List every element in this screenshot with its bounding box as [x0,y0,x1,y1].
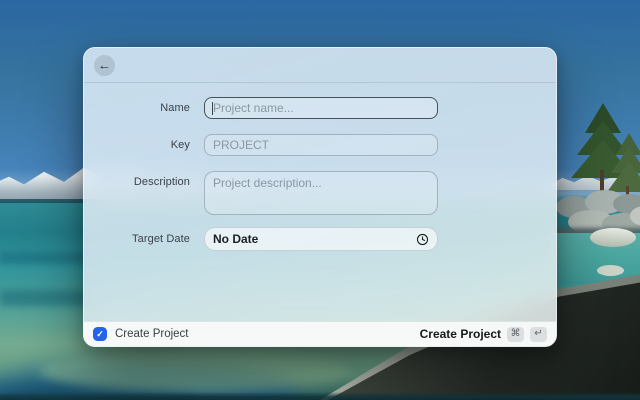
target-date-value: No Date [213,232,259,246]
key-label: Key [170,139,190,151]
key-input[interactable] [204,134,438,156]
text-caret [212,101,214,115]
target-date-button[interactable]: No Date [204,227,438,251]
shallow-water [40,350,350,392]
form-row-description: Description [84,171,556,215]
form-row-target-date: Target Date No Date [84,227,556,251]
checkbox-label: Create Project [115,328,189,340]
water-band [0,252,95,264]
target-date-label: Target Date [132,233,190,245]
dialog-footer: ✓ Create Project Create Project ⌘ ↵ [84,321,556,346]
form-row-name: Name [84,97,556,119]
clock-icon [416,233,429,245]
name-input[interactable] [204,97,438,119]
form-row-key: Key [84,134,556,156]
white-rock [590,228,636,247]
checkmark-icon: ✓ [96,328,104,339]
create-more-checkbox[interactable]: ✓ [93,327,107,341]
description-input[interactable] [204,171,438,215]
dialog-header: ← [84,48,556,83]
dialog-body: Name Key Description Target Date No Date [84,83,556,251]
description-label: Description [133,176,190,188]
footer-actions: Create Project ⌘ ↵ [420,326,547,342]
white-rock [597,265,624,276]
back-button[interactable]: ← [94,54,115,76]
name-label: Name [160,102,190,114]
desktop: ← Name Key Description Target Date [0,0,640,400]
create-project-dialog: ← Name Key Description Target Date [83,47,557,347]
arrow-left-icon: ← [98,57,111,72]
bottom-shadow [0,392,640,400]
water-band [0,290,95,306]
name-input-wrap [204,97,438,119]
command-key-icon: ⌘ [507,326,524,342]
create-project-button[interactable]: Create Project [420,327,501,341]
return-key-icon: ↵ [530,326,547,342]
